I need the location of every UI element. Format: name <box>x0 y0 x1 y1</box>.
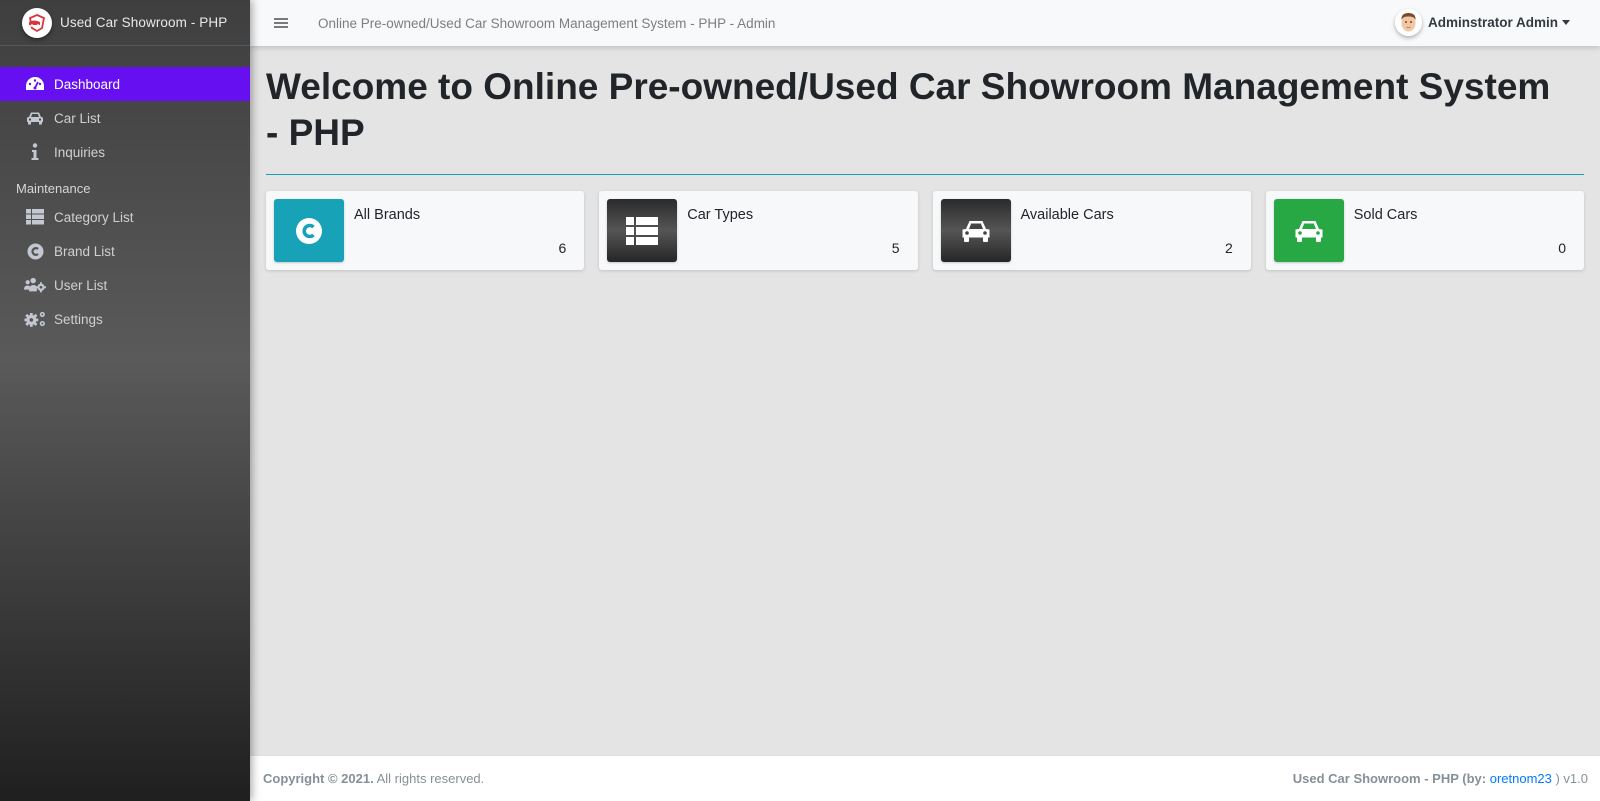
info-box-value: 5 <box>891 240 900 256</box>
sidebar-item-settings[interactable]: Settings <box>0 302 250 336</box>
sidebar-item-label: Brand List <box>54 243 115 259</box>
avatar <box>1394 9 1422 36</box>
car-icon <box>940 199 1011 262</box>
main-content: Welcome to Online Pre-owned/Used Car Sho… <box>250 46 1600 755</box>
copyright-icon <box>274 199 344 262</box>
author-link[interactable]: oretnom23 <box>1490 771 1552 786</box>
car-icon <box>24 108 46 128</box>
sidebar-item-car-list[interactable]: Car List <box>0 101 250 135</box>
page-title: Welcome to Online Pre-owned/Used Car Sho… <box>266 66 1551 153</box>
info-box-all-brands[interactable]: All Brands 6 <box>266 191 585 270</box>
credit-text: Used Car Showroom - PHP (by: oretnom23 )… <box>1293 771 1588 786</box>
info-box-sold-cars[interactable]: Sold Cars 0 <box>1265 191 1584 270</box>
brand-name: Used Car Showroom - PHP <box>60 15 228 30</box>
copyright-icon <box>24 241 46 261</box>
sidebar-item-user-list[interactable]: User List <box>0 268 250 302</box>
info-box-value: 0 <box>1558 240 1566 256</box>
sidebar-item-inquiries[interactable]: Inquiries <box>0 135 250 169</box>
menu-toggle-icon[interactable] <box>274 16 288 30</box>
sidebar-item-label: User List <box>54 277 108 293</box>
table-list-icon <box>24 207 46 227</box>
credit-prefix: Used Car Showroom - PHP (by: <box>1292 771 1490 786</box>
sidebar-item-label: Inquiries <box>54 144 106 160</box>
system-title: Online Pre-owned/Used Car Showroom Manag… <box>318 15 776 31</box>
brand-logo-icon <box>22 7 52 38</box>
sidebar-item-label: Dashboard <box>54 76 121 92</box>
caret-down-icon <box>1562 20 1570 25</box>
sidebar-item-brand-list[interactable]: Brand List <box>0 234 250 268</box>
info-box-label: Available Cars <box>1020 207 1114 223</box>
cogs-icon <box>24 309 46 329</box>
top-navbar: Online Pre-owned/Used Car Showroom Manag… <box>250 0 1600 46</box>
stats-cards: All Brands 6 Car Types 5 Available Cars … <box>266 191 1584 270</box>
copyright-text: Copyright © 2021. All rights reserved. <box>263 771 484 786</box>
tachometer-icon <box>24 74 46 94</box>
info-box-label: Car Types <box>687 207 754 223</box>
title-divider <box>266 174 1584 175</box>
info-icon <box>24 142 46 162</box>
sidebar-nav: Dashboard Car List Inquiries Maintenance… <box>0 67 250 336</box>
copyright-bold: Copyright © 2021. <box>263 771 374 786</box>
footer: Copyright © 2021. All rights reserved. U… <box>250 755 1600 801</box>
sidebar: Used Car Showroom - PHP Dashboard Car Li… <box>0 0 250 801</box>
info-box-available-cars[interactable]: Available Cars 2 <box>932 191 1251 270</box>
info-box-value: 6 <box>558 240 567 256</box>
info-box-car-types[interactable]: Car Types 5 <box>599 191 918 270</box>
sidebar-section-header: Maintenance <box>16 181 91 196</box>
copyright-rest: All rights reserved. <box>373 771 485 786</box>
table-list-icon <box>607 199 678 262</box>
credit-suffix: ) v1.0 <box>1551 771 1588 786</box>
sidebar-item-dashboard[interactable]: Dashboard <box>0 67 250 101</box>
sidebar-item-label: Category List <box>54 209 134 225</box>
info-box-label: Sold Cars <box>1353 207 1418 223</box>
user-name: Adminstrator Admin <box>1427 15 1558 30</box>
brand-link[interactable]: Used Car Showroom - PHP <box>0 0 250 46</box>
sidebar-item-label: Car List <box>54 110 101 126</box>
info-box-value: 2 <box>1224 240 1233 256</box>
sidebar-item-category-list[interactable]: Category List <box>0 200 250 234</box>
sidebar-item-label: Settings <box>54 311 103 327</box>
info-box-label: All Brands <box>354 207 421 223</box>
users-cog-icon <box>24 275 46 295</box>
car-icon <box>1273 199 1344 262</box>
user-dropdown[interactable]: Adminstrator Admin <box>1394 9 1570 36</box>
